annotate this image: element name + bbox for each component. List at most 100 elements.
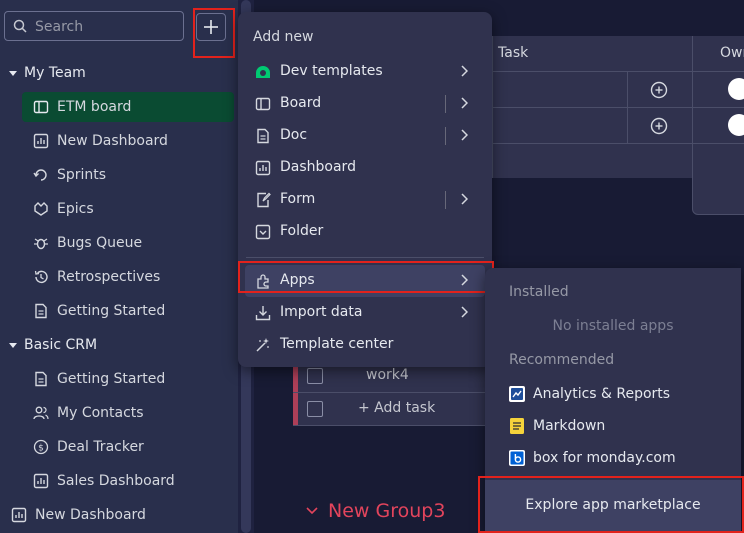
group-header-new-group3[interactable]: New Group3 [306, 500, 445, 522]
chevron-right-icon [460, 65, 468, 77]
sidebar-item-new-dashboard[interactable]: New Dashboard [22, 126, 234, 156]
sidebar-item-getting-started[interactable]: Getting Started [22, 296, 234, 326]
chevron-right-icon[interactable] [460, 129, 468, 141]
section-label: My Team [24, 65, 86, 81]
board-group-rows: work4 + Add task [293, 360, 493, 426]
add-update-icon[interactable] [649, 116, 669, 136]
app-item-label: Analytics & Reports [533, 386, 671, 402]
chevron-right-icon[interactable] [460, 97, 468, 109]
menu-separator [445, 95, 446, 113]
sidebar-item-sales-dashboard[interactable]: Sales Dashboard [22, 466, 234, 496]
menu-item-doc[interactable]: Doc [238, 120, 492, 152]
box-app-icon [509, 450, 525, 466]
caret-down-icon [8, 340, 18, 350]
template-icon [254, 336, 272, 354]
search-icon [13, 19, 27, 33]
sidebar-item-label: Retrospectives [57, 269, 161, 285]
highlight-box-explore-marketplace [478, 476, 744, 533]
sidebar-item-crm-getting-started[interactable]: Getting Started [22, 364, 234, 394]
menu-item-label: Import data [280, 304, 363, 320]
board-table-footer [692, 178, 744, 215]
menu-item-label: Dev templates [280, 63, 383, 79]
group-title[interactable]: New Group3 [328, 500, 445, 522]
add-update-icon[interactable] [649, 80, 669, 100]
sidebar-item-bugs-queue[interactable]: Bugs Queue [22, 228, 234, 258]
menu-separator [445, 127, 446, 145]
sidebar-item-label: Deal Tracker [57, 439, 144, 455]
doc-icon [254, 127, 272, 145]
bug-icon [32, 234, 50, 252]
installed-empty-message: No installed apps [552, 318, 674, 334]
table-row[interactable]: + Add task [293, 393, 493, 426]
sidebar-item-label: Epics [57, 201, 94, 217]
sidebar-item-label: Bugs Queue [57, 235, 143, 251]
app-item-label: Markdown [533, 418, 606, 434]
folder-icon [254, 223, 272, 241]
sidebar-item-label: Getting Started [57, 303, 166, 319]
sidebar-item-label: New Dashboard [57, 133, 168, 149]
menu-item-form[interactable]: Form [238, 184, 492, 216]
history-icon [32, 268, 50, 286]
menu-item-label: Template center [280, 336, 394, 352]
app-item-analytics-reports[interactable]: Analytics & Reports [509, 384, 670, 404]
sidebar-item-deal-tracker[interactable]: $ Deal Tracker [22, 432, 234, 462]
table-divider [492, 107, 744, 108]
workspace-section-my-team[interactable]: My Team [8, 62, 86, 84]
chevron-right-icon[interactable] [460, 193, 468, 205]
menu-item-dev-templates[interactable]: Dev templates [238, 56, 492, 88]
sidebar-item-bottom-dashboard[interactable]: New Dashboard [0, 500, 212, 530]
markdown-app-icon [509, 418, 525, 434]
dashboard-icon [32, 472, 50, 490]
row-checkbox[interactable] [307, 368, 323, 384]
row-task-name[interactable]: work4 [366, 367, 409, 383]
sidebar-item-epics[interactable]: Epics [22, 194, 234, 224]
app-item-markdown[interactable]: Markdown [509, 416, 605, 436]
menu-item-dashboard[interactable]: Dashboard [238, 152, 492, 184]
sidebar-item-label: New Dashboard [35, 507, 146, 523]
chevron-down-icon[interactable] [306, 507, 318, 515]
caret-down-icon [8, 68, 18, 78]
menu-divider [246, 257, 484, 258]
search-box[interactable] [4, 11, 184, 41]
menu-item-import-data[interactable]: Import data [238, 297, 492, 329]
column-header-task: Task [498, 45, 529, 61]
table-divider [692, 36, 693, 178]
board-icon [32, 98, 50, 116]
avatar[interactable] [728, 114, 744, 136]
sidebar-item-sprints[interactable]: Sprints [22, 160, 234, 190]
sidebar-item-label: Sales Dashboard [57, 473, 175, 489]
dashboard-icon [10, 506, 28, 524]
table-divider [492, 143, 744, 144]
import-icon [254, 304, 272, 322]
dashboard-icon [254, 159, 272, 177]
app-item-box[interactable]: box for monday.com [509, 448, 676, 468]
menu-item-board[interactable]: Board [238, 88, 492, 120]
add-new-menu: Add new Dev templates Board Doc Dashboar… [238, 12, 492, 367]
epics-icon [32, 200, 50, 218]
chevron-right-icon [460, 306, 468, 318]
board-icon [254, 95, 272, 113]
add-task-button[interactable]: + Add task [358, 400, 435, 416]
menu-title: Add new [253, 29, 314, 45]
menu-item-folder[interactable]: Folder [238, 216, 492, 248]
menu-item-label: Folder [280, 223, 324, 239]
row-checkbox [307, 401, 323, 417]
workspace-section-basic-crm[interactable]: Basic CRM [8, 334, 97, 356]
sidebar: My Team ETM board New Dashboard Sprints … [0, 0, 238, 533]
search-input[interactable] [33, 16, 182, 38]
sidebar-item-retrospectives[interactable]: Retrospectives [22, 262, 234, 292]
doc-icon [32, 302, 50, 320]
group-color-bar [293, 393, 298, 425]
table-divider [492, 71, 744, 72]
recommended-header: Recommended [509, 352, 615, 368]
menu-item-template-center[interactable]: Template center [238, 329, 492, 361]
avatar[interactable] [728, 78, 744, 100]
menu-item-label: Board [280, 95, 322, 111]
sidebar-item-my-contacts[interactable]: My Contacts [22, 398, 234, 428]
sidebar-item-etm-board[interactable]: ETM board [22, 92, 234, 122]
form-icon [254, 191, 272, 209]
sprints-icon [32, 166, 50, 184]
highlight-box-apps-item [238, 261, 494, 293]
section-label: Basic CRM [24, 337, 98, 353]
doc-icon [32, 370, 50, 388]
